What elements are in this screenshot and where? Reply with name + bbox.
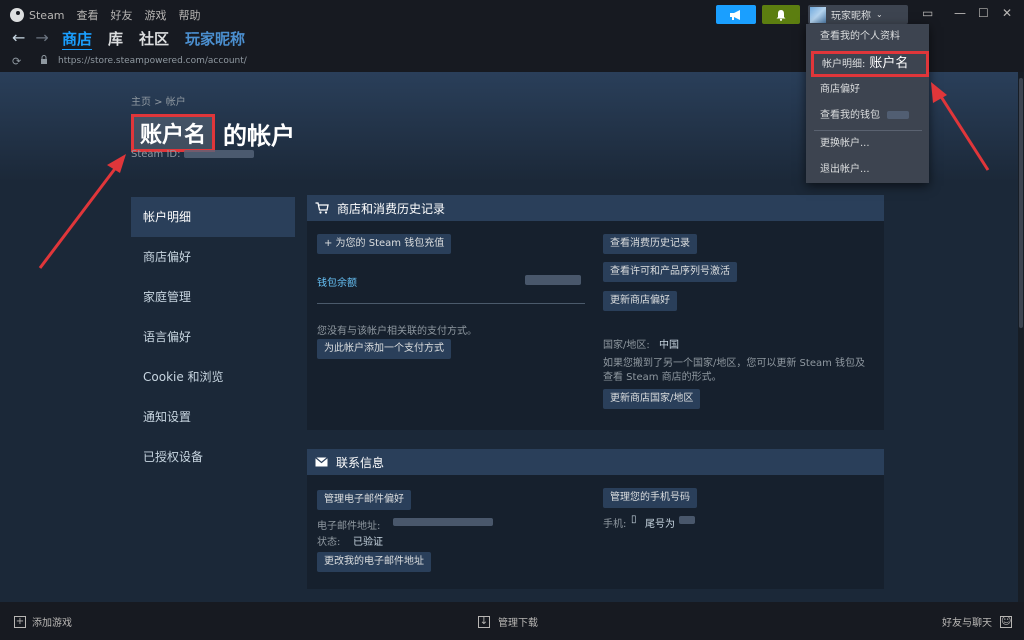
account-name-label: 账户名 (869, 56, 909, 71)
maximize-icon[interactable]: ☐ (978, 6, 989, 20)
cart-icon (315, 202, 329, 214)
sidebar-item-cookies[interactable]: Cookie 和浏览 (131, 357, 295, 397)
phone-icon: ▯ (631, 514, 637, 525)
sidebar-item-authorized-devices[interactable]: 已授权设备 (131, 437, 295, 477)
friends-icon: ☺ (1000, 615, 1012, 628)
country-label: 国家/地区: (603, 340, 650, 351)
menu-help[interactable]: 帮助 (179, 7, 201, 23)
user-name: 玩家昵称 (831, 11, 871, 22)
steam-id-label: Steam ID: (131, 149, 181, 160)
url-text[interactable]: https://store.steampowered.com/account/ (58, 56, 247, 66)
friends-chat-label: 好友与聊天 (942, 618, 992, 629)
wallet-amount-redacted (887, 111, 910, 119)
store-history-panel: 商店和消费历史记录 + 为您的 Steam 钱包充值 钱包余额 您没有与该帐户相… (307, 195, 884, 430)
page-title: 账户名 的帐户 (131, 114, 295, 152)
notifications-button[interactable] (762, 5, 800, 24)
tab-profile[interactable]: 玩家昵称 (185, 28, 245, 49)
minimize-icon[interactable]: — (954, 6, 966, 20)
menu-games[interactable]: 游戏 (145, 7, 167, 23)
wallet-balance-link[interactable]: 钱包余额 (317, 274, 357, 289)
view-history-button[interactable]: 查看消费历史记录 (603, 234, 697, 254)
status-value: 已验证 (353, 537, 383, 548)
update-store-prefs-button[interactable]: 更新商店偏好 (603, 291, 677, 311)
menu-item-account-details[interactable]: 帐户明细: 账户名 (811, 51, 929, 77)
sidebar-item-family[interactable]: 家庭管理 (131, 277, 295, 317)
menu-item-store-prefs[interactable]: 商店偏好 (806, 77, 929, 103)
sidebar-item-store-prefs[interactable]: 商店偏好 (131, 237, 295, 277)
menu-view[interactable]: 查看 (77, 7, 99, 23)
status-label: 状态: (317, 537, 341, 548)
friends-chat-button[interactable]: 好友与聊天 ☺ (942, 614, 1012, 629)
account-details-label: 帐户明细: (822, 59, 866, 70)
steam-id-value-redacted (183, 150, 254, 158)
view-wallet-label: 查看我的钱包 (820, 110, 880, 121)
email-value-redacted (393, 518, 493, 526)
manage-email-prefs-button[interactable]: 管理电子邮件偏好 (317, 490, 411, 510)
bottom-bar: + 添加游戏 ↓ 管理下载 好友与聊天 ☺ (0, 602, 1024, 640)
menu-item-view-wallet[interactable]: 查看我的钱包 (806, 103, 929, 129)
view-licenses-button[interactable]: 查看许可和产品序列号激活 (603, 262, 737, 282)
avatar (810, 6, 826, 23)
back-arrow-icon[interactable]: ← (12, 28, 25, 47)
user-menu-button[interactable]: 玩家昵称 ⌄ (808, 5, 908, 24)
announcements-button[interactable] (716, 5, 756, 24)
contact-info-title: 联系信息 (336, 455, 385, 470)
page-scrollbar[interactable] (1018, 72, 1024, 602)
contact-info-panel: 联系信息 管理电子邮件偏好 电子邮件地址: 状态: 已验证 更改我的电子邮件地址… (307, 449, 884, 589)
tab-community[interactable]: 社区 (139, 28, 169, 49)
sidebar-item-language[interactable]: 语言偏好 (131, 317, 295, 357)
add-game-label: 添加游戏 (32, 618, 72, 629)
country-value: 中国 (659, 340, 679, 351)
tab-library[interactable]: 库 (108, 28, 123, 49)
phone-label: 手机: (603, 519, 627, 530)
store-history-header: 商店和消费历史记录 (307, 195, 884, 221)
steam-logo-icon (10, 8, 24, 22)
main-menu: Steam 查看 好友 游戏 帮助 (10, 7, 201, 23)
forward-arrow-icon[interactable]: → (35, 28, 48, 47)
manage-phone-button[interactable]: 管理您的手机号码 (603, 488, 697, 508)
close-icon[interactable]: ✕ (1002, 6, 1012, 20)
plus-icon: + (14, 615, 26, 628)
wallet-balance-redacted (525, 275, 581, 285)
no-payment-text: 您没有与该帐户相关联的支付方式。 (317, 326, 477, 337)
change-email-button[interactable]: 更改我的电子邮件地址 (317, 552, 431, 572)
megaphone-icon (730, 9, 740, 20)
page-title-suffix: 的帐户 (223, 121, 296, 150)
add-game-button[interactable]: + 添加游戏 (14, 614, 72, 629)
download-icon: ↓ (478, 615, 490, 628)
contact-info-header: 联系信息 (307, 449, 884, 475)
country-note: 如果您搬到了另一个国家/地区，您可以更新 Steam 钱包及查看 Steam 商… (603, 358, 866, 383)
add-funds-button[interactable]: + 为您的 Steam 钱包充值 (317, 234, 452, 254)
steam-id-row: Steam ID: (131, 149, 254, 160)
envelope-icon (315, 457, 328, 467)
menu-friends[interactable]: 好友 (111, 7, 133, 23)
breadcrumb: 主页 > 帐户 (131, 97, 186, 108)
sidebar-item-notifications[interactable]: 通知设置 (131, 397, 295, 437)
menu-item-view-profile[interactable]: 查看我的个人资料 (806, 24, 929, 50)
big-picture-icon[interactable]: ▭ (922, 6, 933, 20)
user-dropdown-menu: 查看我的个人资料 帐户明细: 账户名 商店偏好 查看我的钱包 更换帐户... 退出… (806, 24, 929, 183)
chevron-down-icon: ⌄ (876, 10, 883, 19)
account-sidebar: 帐户明细 商店偏好 家庭管理 语言偏好 Cookie 和浏览 通知设置 已授权设… (131, 197, 295, 477)
email-label: 电子邮件地址: (317, 521, 381, 532)
divider (317, 303, 585, 304)
menu-item-sign-out[interactable]: 退出帐户... (806, 157, 929, 183)
menu-item-change-account[interactable]: 更换帐户... (806, 131, 929, 157)
tab-store[interactable]: 商店 (62, 28, 92, 49)
add-payment-button[interactable]: 为此帐户添加一个支付方式 (317, 339, 451, 359)
manage-downloads-label: 管理下载 (498, 618, 538, 629)
steam-menu-label: Steam (29, 8, 65, 22)
phone-suffix-redacted (679, 516, 695, 524)
update-country-button[interactable]: 更新商店国家/地区 (603, 389, 701, 409)
store-history-title: 商店和消费历史记录 (337, 201, 446, 216)
lock-icon (41, 55, 47, 64)
account-name-highlight: 账户名 (131, 114, 216, 152)
reload-icon[interactable]: ⟳ (12, 55, 21, 68)
steam-menu[interactable]: Steam (10, 8, 65, 22)
sidebar-item-account-details[interactable]: 帐户明细 (131, 197, 295, 237)
scrollbar-thumb[interactable] (1019, 78, 1023, 328)
manage-downloads-button[interactable]: ↓ 管理下载 (478, 614, 538, 629)
phone-value: 尾号为 (645, 519, 675, 530)
bell-icon (776, 9, 786, 21)
